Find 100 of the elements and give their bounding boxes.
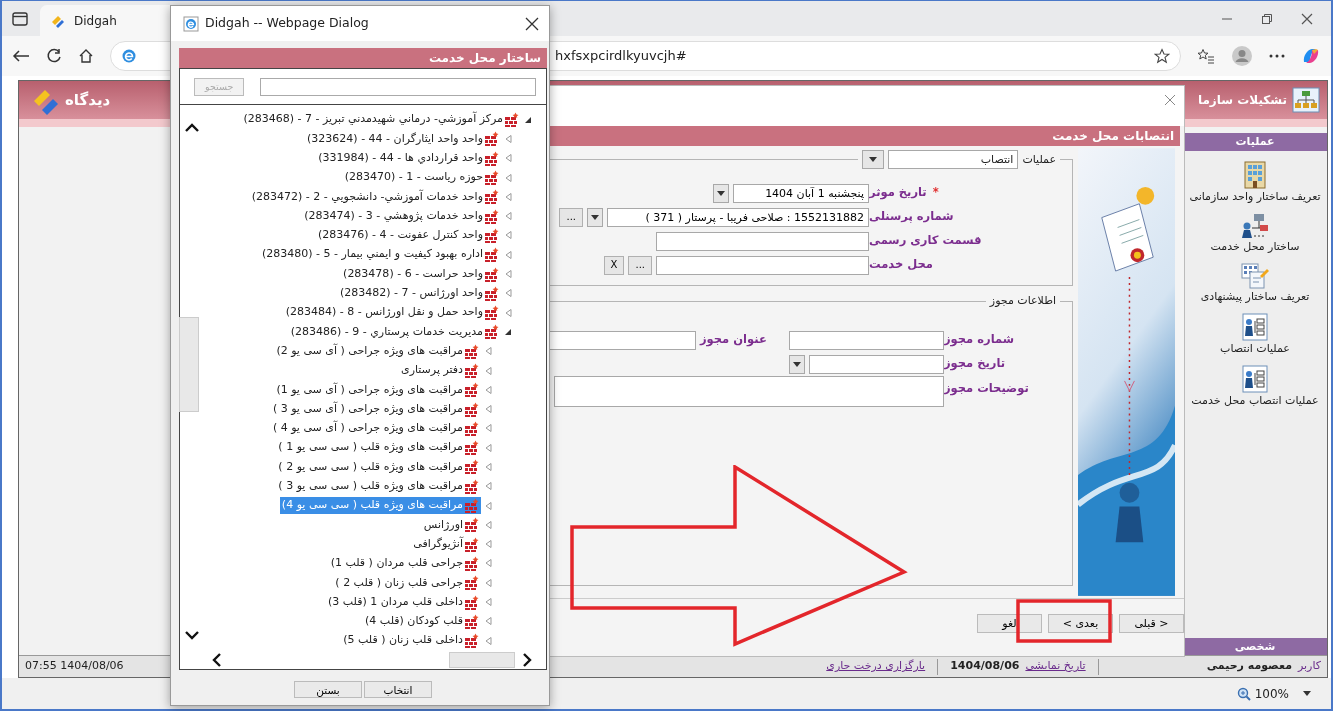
- wizard-button[interactable]: بعدی >: [1048, 614, 1113, 633]
- tree-item[interactable]: اورژانس: [421, 516, 481, 534]
- expand-toggle[interactable]: [505, 327, 512, 336]
- expand-toggle[interactable]: [505, 289, 512, 298]
- expand-toggle[interactable]: [485, 559, 492, 568]
- expand-toggle[interactable]: [505, 250, 512, 259]
- expand-toggle[interactable]: [505, 212, 512, 221]
- display-date-link[interactable]: تاریخ نمایشی: [1025, 658, 1086, 675]
- tree-item[interactable]: مديريت خدمات پرستاري - 9 - (283486): [288, 323, 501, 341]
- expand-toggle[interactable]: [485, 424, 492, 433]
- restore-button[interactable]: [1261, 12, 1273, 25]
- tree-item[interactable]: مراقبت های ویژه جراحی ( آی سی یو 3 ): [270, 400, 481, 418]
- zoom-level[interactable]: 100%: [1236, 684, 1289, 703]
- scrollbar-thumb[interactable]: [449, 651, 515, 668]
- expand-toggle[interactable]: [485, 501, 492, 510]
- copilot-icon[interactable]: [1301, 46, 1321, 66]
- expand-toggle[interactable]: [505, 134, 512, 143]
- dropdown-button[interactable]: [862, 150, 885, 169]
- expand-toggle[interactable]: [525, 115, 532, 124]
- expand-toggle[interactable]: [505, 154, 512, 163]
- expand-toggle[interactable]: [485, 520, 492, 529]
- favorites-icon[interactable]: [1197, 48, 1215, 64]
- expand-toggle[interactable]: [485, 482, 492, 491]
- sidebar-item[interactable]: عملیات انتصاب محل خدمت: [1185, 394, 1325, 407]
- close-button[interactable]: [1301, 12, 1313, 25]
- more-options-icon[interactable]: [1269, 54, 1285, 58]
- wizard-button[interactable]: لغو: [977, 614, 1042, 633]
- input-field[interactable]: [789, 330, 944, 350]
- expand-toggle[interactable]: [485, 617, 492, 626]
- star-icon[interactable]: [1154, 48, 1170, 64]
- sidebar-item[interactable]: تعریف ساختار پیشنهادی: [1185, 290, 1325, 303]
- expand-toggle[interactable]: [505, 173, 512, 182]
- small-button[interactable]: ...: [559, 207, 583, 227]
- tree-item[interactable]: واحد اورژانس - 7 - (283482): [337, 284, 501, 302]
- expand-toggle[interactable]: [505, 270, 512, 278]
- refresh-icon[interactable]: [46, 48, 62, 64]
- expand-toggle[interactable]: [485, 443, 492, 452]
- expand-toggle[interactable]: [485, 347, 492, 356]
- date-field[interactable]: پنجشنبه 1 آبان 1404: [733, 183, 869, 203]
- back-icon[interactable]: [12, 49, 30, 63]
- profile-avatar-icon[interactable]: [1231, 45, 1253, 67]
- search-field[interactable]: [260, 77, 536, 96]
- date-field[interactable]: [809, 354, 944, 374]
- tree-item[interactable]: داخلی قلب زنان ( قلب 5): [341, 632, 481, 650]
- tree-item[interactable]: حوزه رياست - 1 - (283470): [342, 169, 501, 187]
- org-chart-icon[interactable]: [1240, 212, 1270, 240]
- expand-toggle[interactable]: [485, 540, 492, 549]
- input-field[interactable]: 1552131882 : صلاحی فریبا - پرستار ( 371 ): [607, 207, 869, 227]
- dialog-button[interactable]: انتخاب: [364, 681, 432, 698]
- tree-item[interactable]: مراقبت های ویژه جراحی ( آی سی یو 1): [274, 381, 481, 399]
- tree-item[interactable]: واحد قراردادي ها - 44 - (331984): [316, 149, 501, 167]
- tree-item[interactable]: جراحی قلب زنان ( قلب 2 ): [333, 574, 481, 592]
- tree-item[interactable]: داخلی قلب مردان 1 (قلب 3): [325, 593, 481, 611]
- building-icon[interactable]: [1241, 160, 1269, 190]
- tree-item[interactable]: مرکز آموزشي- درماني شهيدمدني تبريز - 7 - (283468): [241, 111, 521, 129]
- expand-toggle[interactable]: [505, 308, 512, 317]
- tree-item[interactable]: واحد خدمات آموزشي- دانشجويي - 2 - (283472): [249, 188, 501, 206]
- wizard-button[interactable]: < قبلی: [1119, 614, 1184, 633]
- tree-item[interactable]: واحد حمل و نقل اورژانس - 8 - (283484): [283, 304, 501, 322]
- reload-tree-link[interactable]: بارگزاری درخت جاری: [826, 658, 926, 675]
- tree-item[interactable]: مراقبت های ویژه جراحی ( آی سی یو 2): [274, 342, 481, 360]
- dropdown-button[interactable]: [789, 354, 805, 374]
- input-field[interactable]: [656, 255, 869, 275]
- caret-icon[interactable]: [1303, 691, 1311, 696]
- expand-toggle[interactable]: [485, 405, 492, 414]
- tree-item[interactable]: مراقبت های ویژه قلب ( سی سی یو 1 ): [276, 439, 481, 457]
- grid-pencil-icon[interactable]: [1240, 262, 1270, 290]
- scrollbar-thumb[interactable]: [179, 317, 199, 412]
- expand-toggle[interactable]: [505, 192, 512, 201]
- expand-toggle[interactable]: [485, 636, 492, 645]
- select-field[interactable]: انتصاب: [888, 150, 1019, 169]
- dropdown-button[interactable]: [587, 207, 603, 227]
- expand-toggle[interactable]: [485, 463, 492, 471]
- tree-item[interactable]: واحد واحد ایثارگران - 44 - (323624): [305, 130, 501, 148]
- tree-item[interactable]: مراقبت های ویژه قلب ( سی سی یو 2 ): [276, 458, 481, 476]
- scroll-left-button[interactable]: [212, 652, 221, 667]
- tree-item[interactable]: واحد کنترل عفونت - 4 - (283476): [315, 226, 501, 244]
- notes-field[interactable]: [554, 376, 944, 407]
- expand-toggle[interactable]: [485, 385, 492, 394]
- dialog-button[interactable]: بستن: [294, 681, 362, 698]
- sidebar-item[interactable]: عملیات انتصاب: [1185, 342, 1325, 355]
- person-list-icon[interactable]: [1241, 364, 1269, 394]
- close-button[interactable]: [525, 16, 539, 31]
- person-list-icon[interactable]: [1241, 312, 1269, 342]
- tree-item[interactable]: اداره بهبود کيفيت و ايمني بيمار - 5 - (283480): [259, 246, 501, 264]
- input-field[interactable]: [656, 231, 869, 251]
- sidebar-item[interactable]: تعریف ساختار واحد سازمانی: [1185, 190, 1325, 203]
- tree-item[interactable]: واحد خدمات پژوهشي - 3 - (283474): [302, 207, 501, 225]
- home-icon[interactable]: [78, 48, 94, 64]
- expand-toggle[interactable]: [505, 231, 512, 240]
- tree-item[interactable]: قلب کودکان (قلب 4): [363, 612, 481, 630]
- sidebar-item[interactable]: ساختار محل خدمت: [1185, 240, 1325, 253]
- scroll-up-button[interactable]: [185, 123, 199, 132]
- dropdown-button[interactable]: [713, 183, 729, 203]
- tree-item[interactable]: مراقبت های ویژه قلب ( سی سی یو 3 ): [276, 477, 481, 495]
- small-button[interactable]: ...: [628, 255, 652, 275]
- tree-item[interactable]: جراحی قلب مردان ( قلب 1): [328, 554, 481, 572]
- tree-item[interactable]: مراقبت های ویژه جراحی ( آی سی یو 4 ): [270, 419, 481, 437]
- small-button[interactable]: X: [603, 255, 625, 275]
- scroll-down-button[interactable]: [185, 631, 199, 641]
